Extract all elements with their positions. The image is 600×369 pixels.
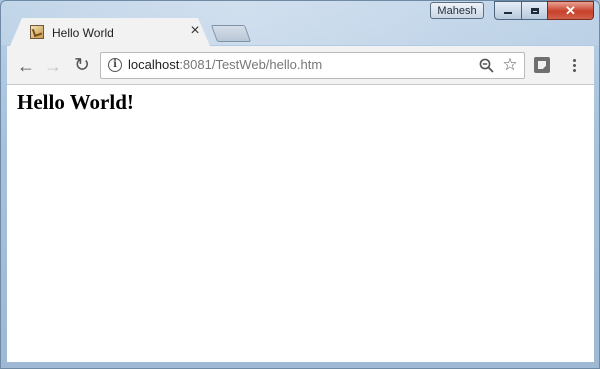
site-info-icon[interactable]: i (108, 58, 122, 72)
minimize-button[interactable] (494, 1, 522, 20)
tab-close-button[interactable]: × (188, 23, 202, 39)
back-button[interactable]: ← (16, 56, 36, 76)
page-heading: Hello World! (17, 90, 134, 114)
menu-icon[interactable] (566, 56, 582, 74)
extension-icon[interactable] (534, 57, 550, 73)
maximize-icon (530, 7, 539, 14)
close-icon: ✕ (565, 3, 576, 18)
maximize-button[interactable] (521, 1, 548, 20)
bookmark-star-icon[interactable]: ☆ (501, 56, 519, 74)
page-content (7, 85, 594, 362)
new-tab-button[interactable] (210, 25, 252, 42)
page-favicon-icon (30, 25, 44, 39)
minimize-icon (504, 12, 512, 14)
tab-title: Hello World (52, 26, 114, 40)
profile-badge[interactable]: Mahesh (430, 2, 484, 19)
url-text[interactable]: localhost:8081/TestWeb/hello.htm (128, 57, 322, 72)
forward-button[interactable]: → (43, 56, 63, 76)
reload-button[interactable]: ↻ (72, 56, 92, 76)
close-window-button[interactable]: ✕ (547, 1, 594, 20)
zoom-out-icon[interactable] (479, 58, 494, 73)
url-host: localhost (128, 57, 180, 72)
url-path: :8081/TestWeb/hello.htm (179, 57, 323, 72)
